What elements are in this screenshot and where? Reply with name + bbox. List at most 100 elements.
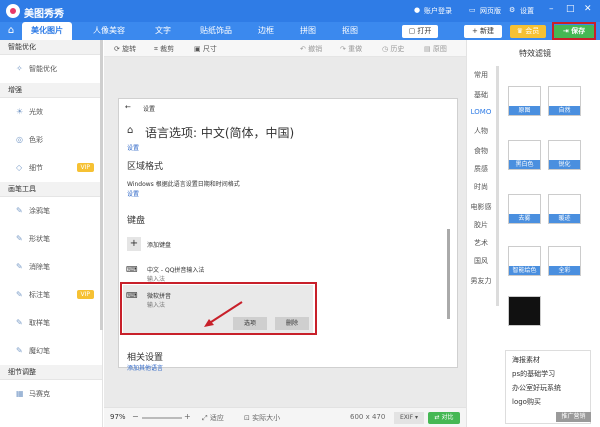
history-button[interactable]: ◷ 历史 [382, 44, 404, 54]
effect-category-film-look[interactable]: 电影感 [467, 202, 495, 212]
sidebar-item-sample-pen[interactable]: ✎ 取样笔 [0, 309, 102, 337]
annotation-arrow [204, 301, 243, 327]
vip-label: 会员 [525, 27, 540, 35]
tab-border[interactable]: 边框 [246, 22, 286, 40]
tab-text[interactable]: 文字 [140, 22, 186, 40]
sidebar-item-magic-pen[interactable]: ✎ 魔幻笔 [0, 337, 102, 365]
size-button[interactable]: ▣ 尺寸 [194, 44, 217, 54]
settings-window-title: 设置 [143, 106, 156, 113]
vip-button[interactable]: ♛ 会员 [510, 25, 546, 38]
effect-category-lomo[interactable]: LOMO [467, 108, 495, 116]
actual-size-button[interactable]: ⊡ 实际大小 [244, 413, 280, 423]
rotate-button[interactable]: ⟳ 旋转 [114, 44, 136, 54]
effect-category-texture[interactable]: 质感 [467, 164, 495, 174]
home-icon[interactable]: ⌂ [4, 25, 18, 37]
effect-category-film[interactable]: 胶片 [467, 220, 495, 230]
effect-thumb-sharpen[interactable]: 锐化 [548, 140, 581, 170]
effect-category-art[interactable]: 艺术 [467, 238, 495, 248]
history-label: 历史 [390, 45, 405, 53]
main-tab-bar: ⌂ 美化图片 人像美容 文字 贴纸饰品 边框 拼图 抠图 ▢ 打开 + 新建 ♛… [0, 22, 600, 40]
category-scrollbar[interactable] [496, 66, 499, 306]
maximize-button[interactable]: □ [566, 4, 575, 14]
sidebar-item-shape-pen[interactable]: ✎ 形状笔 [0, 225, 102, 253]
related-settings-title: 相关设置 [127, 353, 164, 363]
effect-category-common[interactable]: 常用 [467, 70, 495, 80]
undo-label: 撤销 [308, 45, 323, 53]
sidebar-item-label: 形状笔 [29, 235, 50, 243]
compare-label: 对比 [441, 414, 454, 421]
original-button[interactable]: ▤ 原图 [424, 44, 447, 54]
undo-button[interactable]: ↶ 撤销 [300, 44, 322, 54]
effect-thumb-label: 原图 [509, 106, 540, 115]
web-version-link[interactable]: 网页版 [480, 6, 501, 16]
effect-category-food[interactable]: 食物 [467, 146, 495, 156]
exif-button[interactable]: EXIF ▾ [394, 412, 424, 424]
effect-category-boyfriend[interactable]: 男友力 [467, 276, 495, 286]
redo-button[interactable]: ↷ 重做 [340, 44, 362, 54]
vip-badge: VIP [76, 163, 94, 172]
sidebar-item-label: 细节 [29, 164, 43, 172]
effect-thumb-full-color[interactable]: 全彩 [548, 246, 581, 276]
effect-thumb-natural[interactable]: 自然 [548, 86, 581, 116]
effect-category-chinese-style[interactable]: 国风 [467, 256, 495, 266]
crop-label: 裁剪 [160, 45, 175, 53]
effect-thumb-original[interactable]: 原图 [508, 86, 541, 116]
promo-tip-item[interactable]: ps的基础学习 [512, 369, 590, 379]
tab-portrait[interactable]: 人像美容 [84, 22, 134, 40]
account-login-link[interactable]: 账户登录 [424, 6, 452, 16]
sidebar-item-color[interactable]: ◎ 色彩 [0, 126, 102, 154]
sidebar-item-eraser-pen[interactable]: ✎ 消除笔 [0, 253, 102, 281]
sidebar-item-light[interactable]: ☀ 光效 [0, 98, 102, 126]
sidebar-item-detail[interactable]: ◇ 细节 VIP [0, 154, 102, 182]
new-button[interactable]: + 新建 [464, 25, 502, 38]
zoom-out-icon[interactable]: − [132, 412, 139, 421]
sidebar-item-doodle-pen[interactable]: ✎ 涂鸦笔 [0, 197, 102, 225]
zoom-level: 97% [110, 413, 126, 421]
section-smart-optimize: 智能优化 [0, 40, 102, 55]
user-icon[interactable]: ● [414, 6, 420, 14]
effect-thumb-smart-color[interactable]: 智能绘色 [508, 246, 541, 276]
effect-thumb-label: 去雾 [509, 214, 540, 223]
sidebar-item-mark-pen[interactable]: ✎ 标注笔 VIP [0, 281, 102, 309]
gear-icon[interactable]: ⚙ [509, 6, 515, 14]
settings-link[interactable]: 设置 [520, 6, 534, 16]
app-logo-icon [6, 4, 20, 18]
promo-tip-item[interactable]: 海报素材 [512, 355, 590, 365]
tab-collage[interactable]: 拼图 [288, 22, 328, 40]
monitor-icon[interactable]: ▭ [469, 6, 476, 14]
rotate-label: 旋转 [122, 45, 137, 53]
open-button[interactable]: ▢ 打开 [402, 25, 438, 38]
effect-thumb-label: 智能绘色 [509, 266, 540, 275]
effect-thumb-dark[interactable] [508, 296, 541, 326]
tab-beautify[interactable]: 美化图片 [22, 22, 72, 40]
status-bar: 97% − + ⤢ 适应 ⊡ 实际大小 600 x 470 EXIF ▾ ⇄ 对… [104, 407, 466, 427]
effect-thumb-dehaze[interactable]: 去雾 [508, 194, 541, 224]
crop-button[interactable]: ⌗ 裁剪 [154, 44, 174, 54]
sidebar-scrollbar[interactable] [100, 40, 103, 330]
zoom-slider[interactable] [142, 417, 182, 419]
close-button[interactable]: ✕ [584, 4, 592, 14]
sidebar-item-smart-optimize[interactable]: ✧ 智能优化 [0, 55, 102, 83]
sidebar-item-mosaic[interactable]: ▦ 马赛克 [0, 380, 102, 408]
effect-thumb-bw[interactable]: 黑白色 [508, 140, 541, 170]
tab-stickers[interactable]: 贴纸饰品 [188, 22, 244, 40]
effect-category-people[interactable]: 人物 [467, 126, 495, 136]
tab-cutout[interactable]: 抠图 [330, 22, 370, 40]
fit-button[interactable]: ⤢ 适应 [202, 413, 224, 423]
effect-thumb-label: 全彩 [549, 266, 580, 275]
effect-thumb-warm[interactable]: 暖迹 [548, 194, 581, 224]
back-arrow-icon: ← [125, 103, 131, 111]
minimize-button[interactable]: – [549, 4, 554, 14]
sun-icon: ☀ [16, 107, 24, 116]
left-sidebar: 智能优化 ✧ 智能优化 增强 ☀ 光效 ◎ 色彩 ◇ 细节 VIP 画笔工具 ✎ 涂鸦笔 ✎… [0, 40, 103, 427]
zoom-in-icon[interactable]: + [184, 412, 191, 421]
language-heading: 语言选项: 中文(简体，中国) [145, 126, 295, 140]
promo-tip-item[interactable]: logo购买 [512, 397, 590, 407]
compare-button[interactable]: ⇄ 对比 [428, 412, 460, 424]
title-bar: 美图秀秀 ● 账户登录 ▭ 网页版 ⚙ 设置 – □ ✕ [0, 0, 600, 22]
effect-category-basic[interactable]: 基础 [467, 90, 495, 100]
effect-category-fashion[interactable]: 时尚 [467, 182, 495, 192]
pen-icon: ✎ [16, 346, 23, 355]
promo-tip-item[interactable]: 办公室好玩系统 [512, 383, 590, 393]
effect-thumb-label: 锐化 [549, 160, 580, 169]
